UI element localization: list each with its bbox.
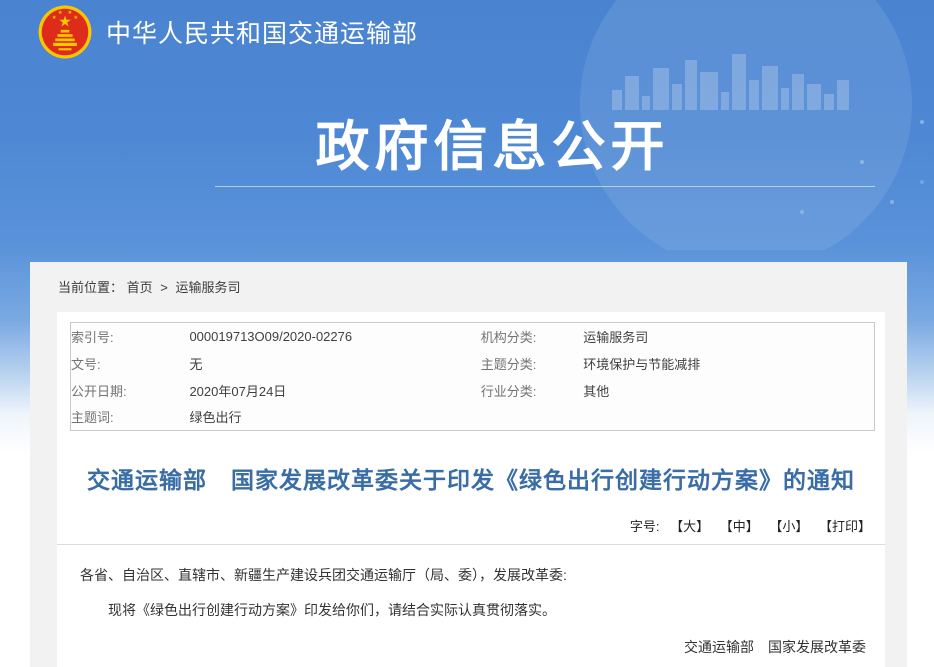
site-name-link[interactable]: 中华人民共和国交通运输部 [106, 14, 418, 50]
meta-value: 2020年07月24日 [189, 377, 480, 404]
breadcrumb-home-link[interactable]: 首页 [127, 280, 153, 295]
title-divider [57, 544, 885, 545]
document-body: 各省、自治区、直辖市、新疆生产建设兵团交通运输厅（局、委），发展改革委: 现将《… [57, 565, 885, 667]
meta-label: 主题分类: [481, 350, 584, 377]
table-row: 主题词: 绿色出行 [71, 404, 875, 431]
banner-page-title: 政府信息公开 [210, 102, 775, 181]
meta-label: 文号: [71, 350, 190, 377]
svg-text:★: ★ [73, 15, 78, 21]
meta-value: 无 [189, 350, 480, 377]
breadcrumb-current-link[interactable]: 运输服务司 [176, 280, 241, 295]
meta-value: 绿色出行 [189, 404, 480, 431]
salutation-text: 各省、自治区、直辖市、新疆生产建设兵团交通运输厅（局、委），发展改革委: [80, 565, 855, 585]
metadata-table: 索引号: 000019713O09/2020-02276 机构分类: 运输服务司… [70, 322, 875, 431]
breadcrumb-label: 当前位置： [58, 280, 123, 295]
banner: ★ ★ ★ ★ ★ 中华人民共和国交通运输部 政府信息公开 [0, 0, 934, 250]
table-row: 公开日期: 2020年07月24日 行业分类: 其他 [71, 377, 875, 404]
svg-text:★: ★ [52, 15, 57, 21]
document-title: 交通运输部 国家发展改革委关于印发《绿色出行创建行动方案》的通知 [67, 461, 875, 495]
document-panel: 索引号: 000019713O09/2020-02276 机构分类: 运输服务司… [57, 312, 885, 667]
svg-text:★: ★ [58, 10, 63, 16]
meta-label: 公开日期: [71, 377, 190, 404]
meta-value [583, 404, 874, 431]
meta-label: 主题词: [71, 404, 190, 431]
banner-underline [215, 186, 875, 187]
table-row: 文号: 无 主题分类: 环境保护与节能减排 [71, 350, 875, 377]
breadcrumb: 当前位置： 首页 > 运输服务司 [30, 262, 907, 296]
meta-label: 机构分类: [481, 323, 584, 350]
print-button[interactable]: 【打印】 [819, 519, 871, 534]
meta-label: 索引号: [71, 323, 190, 350]
font-size-large-button[interactable]: 【大】 [670, 519, 709, 534]
svg-text:★: ★ [67, 10, 72, 16]
breadcrumb-separator: > [160, 280, 168, 295]
meta-label: 行业分类: [481, 377, 584, 404]
meta-value: 其他 [583, 377, 874, 404]
page: ★ ★ ★ ★ ★ 中华人民共和国交通运输部 政府信息公开 当前位置： 首页 >… [0, 0, 934, 667]
table-row: 索引号: 000019713O09/2020-02276 机构分类: 运输服务司 [71, 323, 875, 350]
body-paragraph: 现将《绿色出行创建行动方案》印发给你们，请结合实际认真贯彻落实。 [80, 600, 855, 620]
content-card: 当前位置： 首页 > 运输服务司 索引号: 000019713O09/2020-… [30, 262, 907, 667]
font-size-label: 字号: [630, 519, 660, 534]
meta-value: 000019713O09/2020-02276 [189, 323, 480, 350]
meta-value: 环境保护与节能减排 [583, 350, 874, 377]
national-emblem-icon: ★ ★ ★ ★ ★ [38, 5, 92, 59]
issuing-agencies: 交通运输部 国家发展改革委 [57, 637, 866, 657]
meta-value: 运输服务司 [583, 323, 874, 350]
font-size-small-button[interactable]: 【小】 [769, 519, 808, 534]
font-size-toolbar: 字号: 【大】 【中】 【小】 【打印】 [57, 516, 871, 535]
constellation-decoration [920, 120, 924, 124]
font-size-medium-button[interactable]: 【中】 [720, 519, 759, 534]
site-header: ★ ★ ★ ★ ★ 中华人民共和国交通运输部 [38, 5, 418, 59]
meta-label [481, 404, 584, 431]
